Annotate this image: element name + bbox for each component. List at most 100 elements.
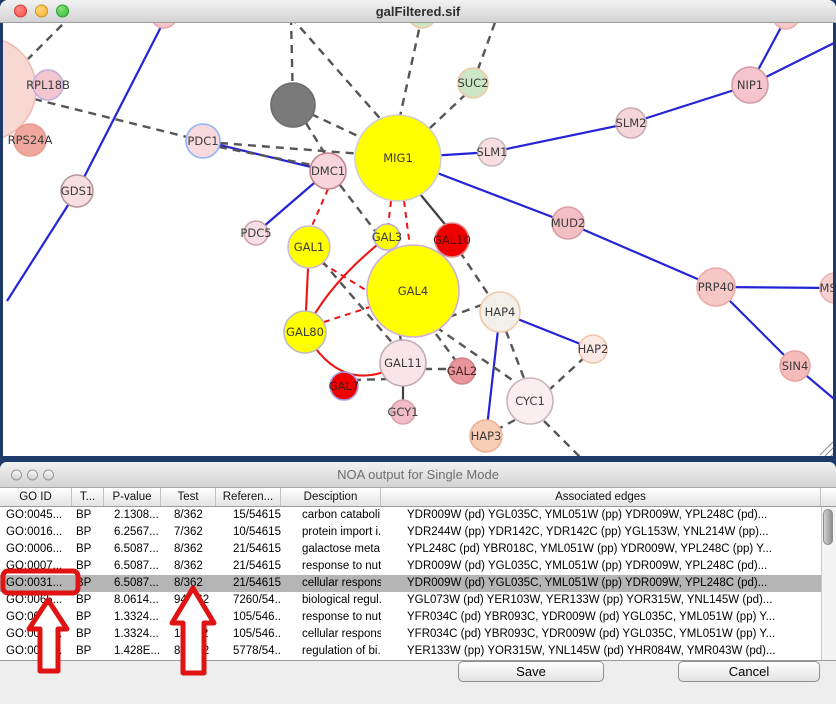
- zoom-button[interactable]: [43, 469, 54, 480]
- table-cell: BP: [76, 575, 104, 592]
- table-cell: response to nut...: [302, 609, 381, 626]
- table-cell: BP: [76, 626, 104, 643]
- close-button[interactable]: [11, 469, 22, 480]
- table-cell: YPL248C (pd) YBR018C, YML051W (pp) YDR00…: [407, 541, 821, 558]
- table-cell: biological regul...: [302, 592, 381, 609]
- table-cell: 21/54615: [233, 575, 281, 592]
- minimize-button[interactable]: [35, 5, 48, 18]
- edge-graydash: [28, 23, 72, 59]
- node-label-GDS1: GDS1: [61, 184, 93, 198]
- edge-graydash: [219, 147, 312, 165]
- table-cell: GO:0016...: [6, 524, 72, 541]
- table-row[interactable]: GO:0031...BP1.3324...11/362105/546...res…: [0, 609, 821, 626]
- vertical-scrollbar[interactable]: [821, 507, 836, 660]
- node-label-GAL10: GAL10: [433, 233, 471, 247]
- table-cell: GO:0007...: [6, 558, 72, 575]
- table-cell: 11/362: [174, 626, 216, 643]
- table-cell: 6.2567...: [114, 524, 161, 541]
- node-label-PDC1: PDC1: [187, 134, 218, 148]
- noa-window-titlebar[interactable]: NOA output for Single Mode: [0, 462, 836, 488]
- node-top-green[interactable]: [408, 23, 436, 28]
- table-cell: 105/546...: [233, 609, 281, 626]
- table-cell: 80/362: [174, 643, 216, 660]
- graph-window-titlebar[interactable]: galFiltered.sif: [0, 0, 836, 23]
- table-cell: 105/546...: [233, 626, 281, 643]
- zoom-button[interactable]: [56, 5, 69, 18]
- node-label-PRP40: PRP40: [698, 280, 735, 294]
- scrollbar-thumb[interactable]: [823, 509, 833, 545]
- cancel-button[interactable]: Cancel: [678, 661, 820, 682]
- node-top-pink-right[interactable]: [773, 23, 799, 29]
- table-body: GO:0045...BP2.1308...8/36215/54615carbon…: [0, 507, 836, 661]
- column-header-desciption[interactable]: Desciption: [281, 488, 381, 506]
- save-button[interactable]: Save: [458, 661, 604, 682]
- table-cell: 8/362: [174, 575, 216, 592]
- node-label-GAL3: GAL3: [372, 230, 403, 244]
- node-label-HAP3: HAP3: [471, 429, 502, 443]
- table-cell: YFR034C (pd) YBR093C, YDR009W (pd) YGL03…: [407, 626, 821, 643]
- table-row[interactable]: GO:0007...BP6.5087...8/36221/54615respon…: [0, 558, 821, 575]
- edge-graydash: [549, 357, 585, 390]
- node-label-MUD2: MUD2: [551, 216, 586, 230]
- table-cell: 10/54615: [233, 524, 281, 541]
- column-header-t-[interactable]: T...: [72, 488, 104, 506]
- table-cell: BP: [76, 609, 104, 626]
- table-row[interactable]: GO:0050...BP1.428E...80/3625778/54...reg…: [0, 643, 821, 660]
- edge-blue: [7, 191, 77, 301]
- node-label-GAL2: GAL2: [447, 364, 478, 378]
- close-button[interactable]: [14, 5, 27, 18]
- table-cell: BP: [76, 558, 104, 575]
- table-row[interactable]: GO:0016...BP6.2567...7/36210/54615protei…: [0, 524, 821, 541]
- table-cell: YGL073W (pd) YER103W, YER133W (pp) YOR31…: [407, 592, 821, 609]
- column-header-p-value[interactable]: P-value: [104, 488, 161, 506]
- edge-blue: [492, 123, 631, 152]
- table-cell: 21/54615: [233, 558, 281, 575]
- column-header-test[interactable]: Test: [161, 488, 216, 506]
- table-cell: 7/362: [174, 524, 216, 541]
- network-canvas[interactable]: RPL18BRPS24AGDS1PDC1DMC1MIG1PDC5SUC2SLM1…: [0, 23, 836, 461]
- table-cell: 1.3324...: [114, 609, 161, 626]
- edge-reddash: [311, 189, 328, 228]
- table-cell: response to nut...: [302, 558, 381, 575]
- table-cell: BP: [76, 643, 104, 660]
- table-row[interactable]: GO:0006...BP6.5087...8/36221/54615galact…: [0, 541, 821, 558]
- column-header-go-id[interactable]: GO ID: [0, 488, 72, 506]
- node-label-RPL18B: RPL18B: [26, 78, 70, 92]
- node-label-GAL4: GAL4: [398, 284, 429, 298]
- table-cell: YDR009W (pd) YGL035C, YML051W (pp) YDR00…: [407, 575, 821, 592]
- resize-grip[interactable]: [820, 442, 833, 455]
- table-cell: GO:0031...: [6, 626, 72, 643]
- table-cell: GO:0045...: [6, 507, 72, 524]
- table-header: GO IDT...P-valueTestReferen...Desciption…: [0, 488, 836, 507]
- node-label-PDC5: PDC5: [240, 226, 271, 240]
- table-row[interactable]: GO:0045...BP2.1308...8/36215/54615carbon…: [0, 507, 821, 524]
- table-row[interactable]: GO:0031...BP1.3324...11/362105/546...cel…: [0, 626, 821, 643]
- table-cell: 2.1308...: [114, 507, 161, 524]
- table-cell: YER133W (pp) YOR315W, YNL145W (pd) YHR08…: [407, 643, 821, 660]
- node-label-SUC2: SUC2: [457, 76, 488, 90]
- resize-grip[interactable]: [830, 452, 833, 456]
- node-gray-node[interactable]: [271, 83, 315, 127]
- table-cell: YDR244W (pp) YDR142C, YDR142C (pp) YGL15…: [407, 524, 821, 541]
- column-header-associated-edges[interactable]: Associated edges: [381, 488, 821, 506]
- node-label-GAL80: GAL80: [286, 325, 324, 339]
- edge-graydash: [430, 94, 466, 128]
- table-cell: 11/362: [174, 609, 216, 626]
- node-label-MSL1: MSL1: [820, 281, 833, 295]
- table-cell: galactose meta...: [302, 541, 381, 558]
- table-cell: YFR034C (pd) YBR093C, YDR009W (pd) YGL03…: [407, 609, 821, 626]
- node-top-pink-left[interactable]: [151, 23, 177, 28]
- node-label-SIN4: SIN4: [782, 359, 809, 373]
- table-row[interactable]: GO:0031...BP6.5087...8/36221/54615cellul…: [0, 575, 821, 592]
- node-label-DMC1: DMC1: [311, 164, 345, 178]
- table-row[interactable]: GO:0065...BP8.0614...94/3627260/54...bio…: [0, 592, 821, 609]
- table-cell: BP: [76, 507, 104, 524]
- minimize-button[interactable]: [27, 469, 38, 480]
- table-cell: 7260/54...: [233, 592, 281, 609]
- edge-blue: [568, 223, 716, 287]
- table-cell: cellular respons...: [302, 626, 381, 643]
- graph-window-title: galFiltered.sif: [376, 4, 461, 19]
- node-label-GAL7: GAL7: [329, 379, 360, 393]
- table-cell: GO:0065...: [6, 592, 72, 609]
- column-header-referen-[interactable]: Referen...: [216, 488, 281, 506]
